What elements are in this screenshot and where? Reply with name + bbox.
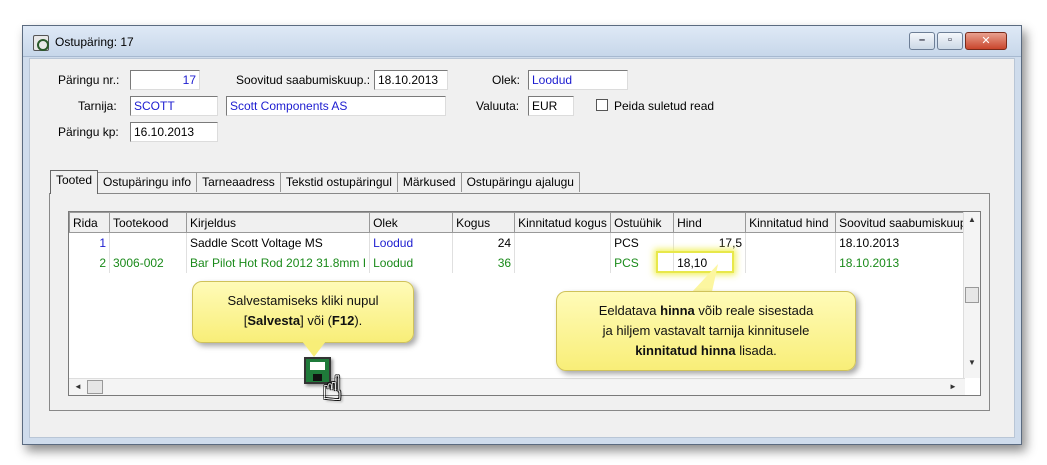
title-bar: Ostupäring: 17 – ▫ ✕ [23,26,1021,57]
window-title: Ostupäring: 17 [55,35,134,49]
request-date-field[interactable]: 16.10.2013 [130,122,218,142]
hand-cursor-icon: ☝ [322,370,343,408]
cell-kogus[interactable]: 24 [452,232,516,253]
tab-notes[interactable]: Märkused [396,172,462,192]
tab-request-info[interactable]: Ostupäringu info [97,172,198,192]
maximize-icon: ▫ [948,34,952,46]
cell-tootekood[interactable]: 3006-002 [109,252,187,273]
cell-kinnitatud-kogus[interactable] [514,252,612,273]
scroll-right-icon[interactable]: ► [949,382,957,391]
price-callout-l3a: kinnitatud hinna [635,343,736,358]
save-callout-line1: Salvestamiseks kliki nupul [227,293,379,308]
col-header-kinnitatud-kogus[interactable]: Kinnitatud kogus [514,212,612,233]
col-header-ostuuhik[interactable]: Ostuühik [610,212,675,233]
price-callout-l1b: hinna [660,303,695,318]
price-callout-l1a: Eeldatava [598,303,661,318]
save-word: Salvesta [247,313,301,328]
request-no-field[interactable]: 17 [130,70,200,90]
col-header-saabumiskuup[interactable]: Soovitud saabumiskuup. [835,212,978,233]
col-header-hind[interactable]: Hind [673,212,747,233]
cell-tootekood[interactable] [109,232,187,253]
horizontal-scrollbar[interactable]: ◄ ► [69,378,965,395]
supplier-code-field[interactable]: SCOTT [130,96,218,116]
close-icon: ✕ [981,35,991,47]
save-callout-close: ). [354,313,363,328]
tab-request-texts[interactable]: Tekstid ostupäringul [279,172,398,192]
app-icon [33,35,49,51]
cell-kinnitatud-hind[interactable] [745,232,837,253]
tab-request-history[interactable]: Ostupäringu ajalugu [460,172,580,192]
cell-saabumiskuup[interactable]: 18.10.2013 [835,252,978,273]
currency-field[interactable]: EUR [528,96,574,116]
close-button[interactable]: ✕ [965,32,1007,50]
price-callout-line1: Eeldatava hinna võib reale sisestada [557,301,855,321]
table-row[interactable]: 1 Saddle Scott Voltage MS Loodud 24 PCS … [69,232,978,253]
tab-strip: Tooted Ostupäringu info Tarneaadress Tek… [50,170,580,194]
col-header-rida[interactable]: Rida [69,212,110,233]
price-callout: Eeldatava hinna võib reale sisestada ja … [556,291,856,371]
status-field[interactable]: Loodud [528,70,628,90]
horizontal-scroll-thumb[interactable] [87,380,103,394]
col-header-tootekood[interactable]: Tootekood [109,212,187,233]
tab-products[interactable]: Tooted [50,170,99,194]
minimize-button[interactable]: – [909,32,935,50]
vertical-scroll-thumb[interactable] [965,287,979,303]
cell-saabumiskuup[interactable]: 18.10.2013 [835,232,978,253]
cell-kinnitatud-hind[interactable] [745,252,837,273]
cell-olek[interactable]: Loodud [369,232,454,253]
scroll-down-icon[interactable]: ▼ [968,358,976,367]
price-callout-line2: ja hiljem vastavalt tarnija kinnitusele [602,323,810,338]
table-row[interactable]: 2 3006-002 Bar Pilot Hot Rod 2012 31.8mm… [69,252,978,273]
save-callout-tail [302,341,326,357]
supplier-name-field[interactable]: Scott Components AS [226,96,446,116]
cell-kogus[interactable]: 36 [452,252,516,273]
save-callout-line2: [Salvesta] või (F12). [193,311,413,331]
save-key: F12 [331,313,355,328]
desired-arrival-field[interactable]: 18.10.2013 [374,70,448,90]
grid-header-row: Rida Tootekood Kirjeldus Olek Kogus Kinn… [69,212,978,233]
supplier-label: Tarnija: [78,99,117,113]
hide-closed-label: Peida suletud read [614,99,715,113]
col-header-kinnitatud-hind[interactable]: Kinnitatud hind [745,212,837,233]
request-date-label: Päringu kp: [58,125,119,139]
price-callout-line3: kinnitatud hinna lisada. [557,341,855,361]
tab-delivery-address[interactable]: Tarneaadress [196,172,281,192]
status-label: Olek: [492,73,521,87]
scroll-left-icon[interactable]: ◄ [74,382,82,391]
save-callout: Salvestamiseks kliki nupul [Salvesta] võ… [192,281,414,343]
hide-closed-checkbox[interactable] [596,99,608,111]
vertical-scrollbar[interactable]: ▲ ▼ [963,212,980,378]
scroll-up-icon[interactable]: ▲ [968,215,976,224]
price-callout-l1c: võib reale sisestada [694,303,814,318]
col-header-olek[interactable]: Olek [369,212,454,233]
cell-rida[interactable]: 1 [69,232,110,253]
price-callout-l3b: lisada. [735,343,777,358]
cell-ostuuhik[interactable]: PCS [610,232,675,253]
cell-kirjeldus[interactable]: Saddle Scott Voltage MS [186,232,371,253]
col-header-kirjeldus[interactable]: Kirjeldus [185,212,371,233]
minimize-icon: – [918,34,926,46]
cell-olek[interactable]: Loodud [369,252,454,273]
save-callout-mid: ] või ( [300,313,332,328]
currency-label: Valuuta: [476,99,520,113]
col-header-kogus[interactable]: Kogus [452,212,516,233]
cell-rida[interactable]: 2 [69,252,110,273]
desired-arrival-label: Soovitud saabumiskuup.: [236,73,371,87]
cell-kirjeldus[interactable]: Bar Pilot Hot Rod 2012 31.8mm I [186,252,371,273]
cell-hind[interactable]: 17,5 [673,232,747,253]
request-no-label: Päringu nr.: [58,73,120,87]
cell-kinnitatud-kogus[interactable] [514,232,612,253]
maximize-button[interactable]: ▫ [937,32,963,50]
